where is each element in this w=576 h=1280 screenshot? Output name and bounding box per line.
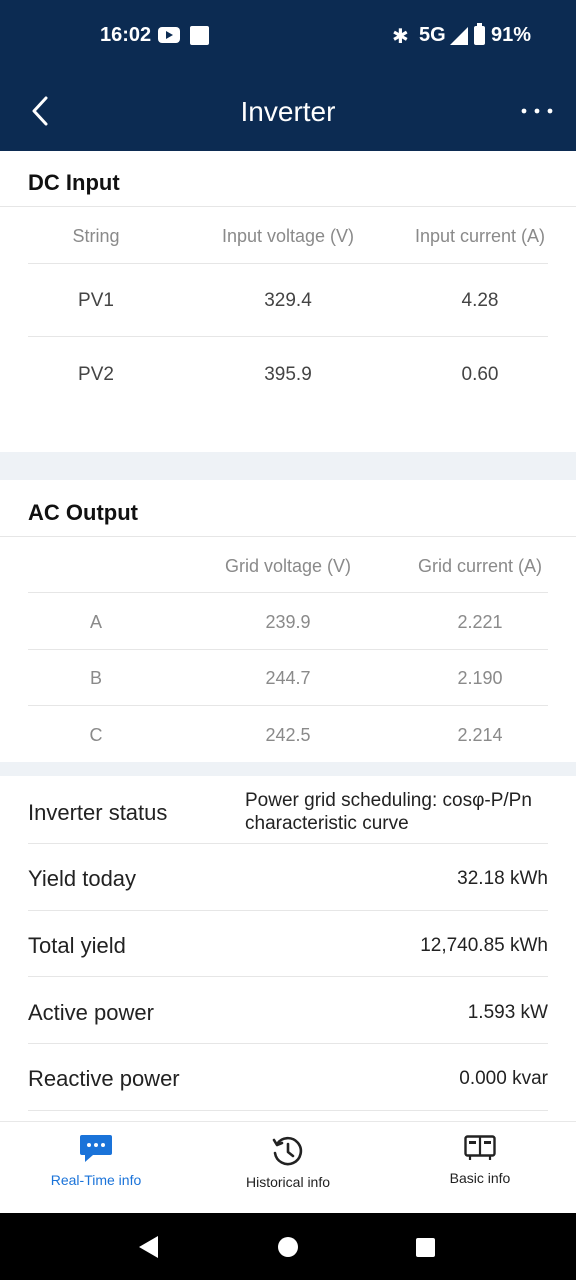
ac-row-phase: A bbox=[89, 612, 102, 632]
battery-percent: 91% bbox=[491, 24, 532, 46]
divider bbox=[28, 910, 548, 911]
app-bar: Inverter bbox=[0, 70, 576, 151]
active-power-value: 1.593 kW bbox=[467, 1002, 548, 1023]
dc-header-string: String bbox=[72, 226, 120, 246]
inverter-status-label: Inverter status bbox=[28, 800, 168, 825]
signal-icon bbox=[450, 27, 468, 45]
youtube-icon bbox=[158, 27, 180, 43]
recents-square-icon[interactable] bbox=[415, 1237, 436, 1258]
network-type: 5G bbox=[419, 24, 446, 46]
bottom-navigation: Real-Time info Historical info Basic inf… bbox=[0, 1121, 576, 1213]
reactive-power-label: Reactive power bbox=[28, 1066, 180, 1091]
ac-header-current: Grid current (A) bbox=[417, 556, 543, 576]
ac-row-voltage: 244.7 bbox=[265, 668, 311, 688]
total-yield-label: Total yield bbox=[28, 933, 126, 958]
dc-row-current: 0.60 bbox=[461, 364, 499, 385]
dc-row-voltage: 395.9 bbox=[264, 364, 312, 385]
tab-historical-info[interactable]: Historical info bbox=[192, 1122, 384, 1214]
divider bbox=[28, 263, 548, 264]
ac-row-current: 2.214 bbox=[457, 725, 503, 745]
ac-row-current: 2.190 bbox=[457, 668, 503, 688]
divider bbox=[0, 536, 576, 537]
divider bbox=[0, 206, 576, 207]
ac-row-phase: B bbox=[89, 668, 102, 688]
divider bbox=[28, 705, 548, 706]
tab-basic-info[interactable]: Basic info bbox=[384, 1122, 576, 1214]
page-title: Inverter bbox=[240, 96, 336, 127]
reactive-power-value: 0.000 kvar bbox=[459, 1068, 548, 1089]
divider bbox=[28, 1043, 548, 1044]
dc-input-title: DC Input bbox=[28, 170, 120, 195]
inverter-status-line2: characteristic curve bbox=[245, 813, 409, 834]
ac-row-phase: C bbox=[89, 725, 103, 745]
bluetooth-icon: ✱ bbox=[392, 26, 409, 48]
divider bbox=[28, 592, 548, 593]
dc-header-current: Input current (A) bbox=[414, 226, 546, 246]
ac-row-voltage: 242.5 bbox=[265, 725, 311, 745]
dc-row-string: PV1 bbox=[78, 290, 114, 311]
total-yield-value: 12,740.85 kWh bbox=[420, 935, 548, 956]
tab-real-time-info-label: Real-Time info bbox=[50, 1172, 142, 1188]
divider bbox=[28, 976, 548, 977]
device-info-icon bbox=[464, 1135, 496, 1160]
ac-row-voltage: 239.9 bbox=[265, 612, 311, 632]
inverter-status-line1: Power grid scheduling: cosφ-P/Pn bbox=[245, 790, 532, 811]
system-navigation-bar bbox=[0, 1213, 576, 1280]
dc-row-voltage: 329.4 bbox=[264, 290, 312, 311]
tab-historical-info-label: Historical info bbox=[245, 1174, 331, 1190]
back-triangle-icon[interactable] bbox=[138, 1235, 160, 1259]
dc-header-voltage: Input voltage (V) bbox=[221, 226, 355, 246]
section-separator bbox=[0, 452, 576, 480]
dc-row-string: PV2 bbox=[78, 364, 114, 385]
chat-bubble-icon bbox=[80, 1135, 112, 1162]
divider bbox=[28, 336, 548, 337]
ac-header-voltage: Grid voltage (V) bbox=[224, 556, 352, 576]
dc-row-current: 4.28 bbox=[461, 290, 499, 311]
divider bbox=[28, 1110, 548, 1111]
divider bbox=[28, 649, 548, 650]
yield-today-value: 32.18 kWh bbox=[457, 868, 548, 889]
section-separator bbox=[0, 762, 576, 776]
battery-icon bbox=[474, 23, 485, 45]
home-circle-icon[interactable] bbox=[277, 1236, 299, 1258]
divider bbox=[28, 843, 548, 844]
square-notification-icon bbox=[190, 26, 209, 45]
ac-row-current: 2.221 bbox=[457, 612, 503, 632]
ac-output-title: AC Output bbox=[28, 500, 138, 525]
inverter-status-value: Power grid scheduling: cosφ-P/Pn charact… bbox=[245, 789, 555, 835]
yield-today-label: Yield today bbox=[28, 866, 137, 891]
status-bar: 16:02 ✱ 5G 91% bbox=[0, 0, 576, 70]
tab-basic-info-label: Basic info bbox=[449, 1170, 511, 1186]
tab-real-time-info[interactable]: Real-Time info bbox=[0, 1122, 192, 1214]
active-power-label: Active power bbox=[28, 1000, 154, 1025]
status-time: 16:02 bbox=[100, 24, 152, 46]
history-clock-icon bbox=[272, 1136, 303, 1166]
more-horizontal-icon[interactable] bbox=[518, 106, 558, 116]
